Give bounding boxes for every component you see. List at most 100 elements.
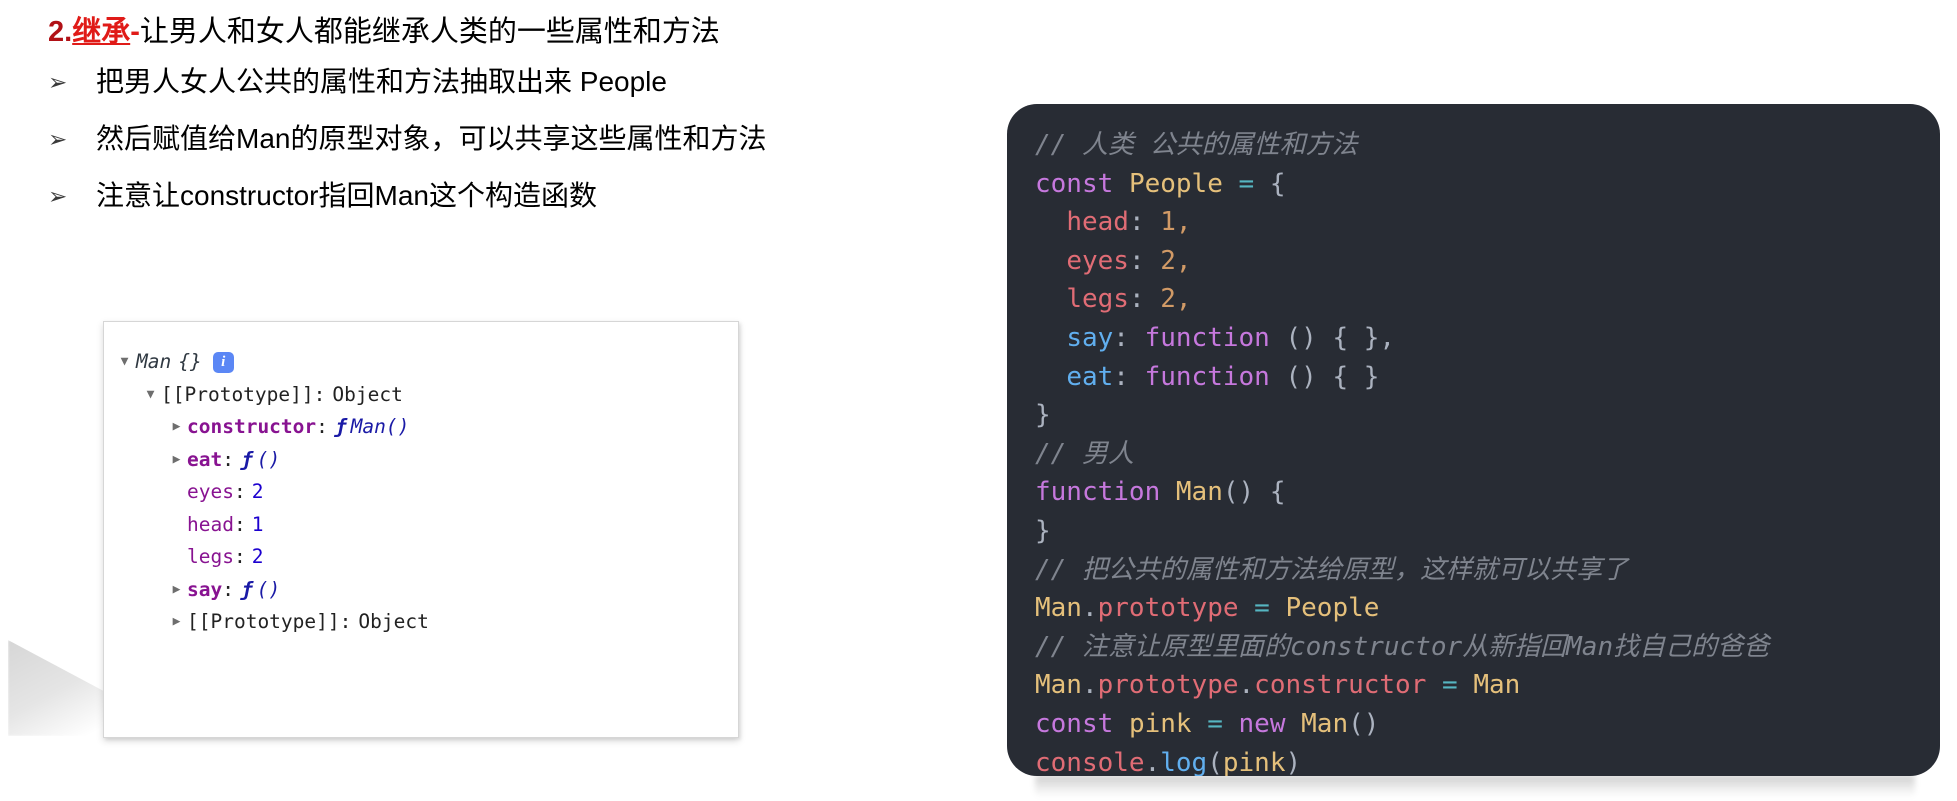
tree-row-value: 2 bbox=[251, 545, 264, 568]
code-token-identifier: Man bbox=[1175, 477, 1223, 508]
code-token-identifier: pink bbox=[1222, 747, 1286, 777]
chevron-down-icon[interactable]: ▼ bbox=[142, 379, 159, 412]
function-glyph-icon: ƒ bbox=[240, 577, 253, 601]
code-token-property: prototype bbox=[1097, 593, 1239, 624]
code-line-7: eat: function () { } bbox=[1066, 361, 1380, 392]
list-item: ➢ 注意让constructor指回Man这个构造函数 bbox=[44, 176, 974, 233]
code-token-operator: = bbox=[1238, 168, 1255, 199]
code-line-2: const People = { bbox=[1035, 165, 1940, 204]
code-token-property: legs bbox=[1066, 284, 1129, 315]
tree-row-eat[interactable]: ▶ eat: ƒ() bbox=[116, 444, 738, 477]
arrow-bullet-icon: ➢ bbox=[48, 69, 68, 95]
devtools-object-tree: ▼ Man{} i ▼ [[Prototype]]: Object ▶ construct… bbox=[104, 322, 738, 639]
code-token-property: prototype bbox=[1097, 670, 1239, 701]
code-token-identifier: People bbox=[1285, 593, 1380, 624]
tree-row-value: () bbox=[256, 577, 281, 601]
code-token-identifier: Man bbox=[1035, 670, 1082, 701]
tree-row-value: Object bbox=[332, 382, 403, 406]
code-token-method: eat bbox=[1066, 361, 1114, 392]
code-token-punct: } bbox=[1035, 515, 1051, 546]
code-token-keyword: function bbox=[1144, 322, 1270, 353]
tree-row-value: 1 bbox=[251, 512, 264, 536]
code-token-identifier: Man bbox=[1473, 670, 1521, 701]
code-token-method: say bbox=[1066, 322, 1114, 353]
code-line-11: } bbox=[1035, 512, 1940, 551]
code-line-9: // 男人 bbox=[1035, 435, 1940, 474]
tree-row-key: constructor bbox=[187, 415, 317, 438]
devtools-root-row[interactable]: ▼ Man {} i bbox=[116, 346, 738, 379]
code-comment: // 人类 公共的属性和方法 bbox=[1035, 130, 1358, 160]
code-token-keyword: const bbox=[1035, 168, 1114, 199]
code-token-keyword: function bbox=[1035, 477, 1161, 508]
tree-row-constructor[interactable]: ▶ constructor: ƒ Man() bbox=[116, 411, 738, 444]
code-comment: // 注意让原型里面的constructor从新指回Man找自己的爸爸 bbox=[1035, 631, 1770, 662]
code-token-identifier: Man bbox=[1301, 708, 1349, 739]
code-token-keyword: function bbox=[1144, 361, 1270, 392]
code-comment: // 男人 bbox=[1035, 438, 1134, 469]
code-token-punct: { bbox=[1254, 168, 1286, 199]
code-comment: // 把公共的属性和方法给原型，这样就可以共享了 bbox=[1035, 554, 1628, 585]
page-title: 2.继承-让男人和女人都能继承人类的一些属性和方法 bbox=[48, 14, 720, 50]
chevron-down-icon[interactable]: ▼ bbox=[116, 346, 133, 379]
code-token-keyword: const bbox=[1035, 708, 1114, 739]
code-token-method: log bbox=[1160, 747, 1208, 777]
tree-row-key: say bbox=[187, 577, 223, 601]
bullet-list: ➢ 把男人女人公共的属性和方法抽取出来 People ➢ 然后赋值给Man的原型… bbox=[44, 62, 974, 233]
chevron-right-icon[interactable]: ▶ bbox=[168, 574, 185, 607]
tree-row-eyes[interactable]: ▶eyes:2 bbox=[116, 476, 738, 509]
code-token-number: 1 bbox=[1160, 207, 1176, 238]
tree-row-key: head bbox=[187, 512, 234, 536]
tree-row-colon: : bbox=[233, 545, 246, 568]
list-item-label: 然后赋值给Man的原型对象，可以共享这些属性和方法 bbox=[96, 123, 767, 154]
devtools-object-braces: {} bbox=[178, 350, 202, 373]
tree-row-key: eat bbox=[187, 447, 223, 471]
function-glyph-icon: ƒ bbox=[240, 447, 253, 471]
tree-row-prototype[interactable]: ▼ [[Prototype]]: Object bbox=[116, 379, 738, 412]
info-icon[interactable]: i bbox=[212, 351, 234, 373]
code-token-punct: } bbox=[1035, 400, 1051, 431]
code-line-12: // 把公共的属性和方法给原型，这样就可以共享了 bbox=[1035, 551, 1940, 590]
tree-row-value: Object bbox=[358, 610, 429, 633]
tree-row-legs[interactable]: ▶legs:2 bbox=[116, 541, 738, 574]
tree-row-colon: : bbox=[233, 512, 246, 536]
tree-row-nested-prototype[interactable]: ▶ [[Prototype]]: Object bbox=[116, 606, 738, 639]
chevron-right-icon[interactable]: ▶ bbox=[168, 411, 185, 444]
code-line-3: head: 1, bbox=[1066, 207, 1192, 238]
code-token-operator: = bbox=[1442, 670, 1458, 701]
code-token-number: 2 bbox=[1160, 245, 1176, 276]
tree-row-colon: : bbox=[233, 480, 246, 503]
tree-row-say[interactable]: ▶ say: ƒ() bbox=[116, 574, 738, 607]
devtools-console-panel: ▼ Man{} i ▼ [[Prototype]]: Object ▶ construct… bbox=[103, 321, 739, 738]
code-line-1: // 人类 公共的属性和方法 bbox=[1035, 126, 1940, 165]
code-token-keyword: new bbox=[1238, 708, 1286, 739]
code-panel-shadow bbox=[1035, 775, 1915, 797]
code-line-13: Man.prototype = People bbox=[1035, 593, 1380, 624]
heading-dash: - bbox=[130, 16, 140, 48]
code-token-operator: = bbox=[1254, 593, 1270, 624]
chevron-right-icon[interactable]: ▶ bbox=[168, 444, 185, 477]
heading-number: 2. bbox=[48, 16, 73, 48]
code-token-property: constructor bbox=[1254, 670, 1427, 701]
tree-row-value: () bbox=[256, 447, 281, 471]
code-line-8: } bbox=[1035, 396, 1940, 435]
code-token-operator: = bbox=[1207, 708, 1223, 739]
code-line-4: eyes: 2, bbox=[1066, 245, 1192, 276]
code-token-property: eyes bbox=[1066, 245, 1129, 276]
tree-row-key: legs bbox=[187, 545, 234, 568]
tree-row-value: Man() bbox=[350, 415, 410, 438]
code-token-identifier: People bbox=[1128, 168, 1223, 199]
tree-row-colon: : bbox=[316, 415, 328, 438]
code-token-identifier: pink bbox=[1128, 708, 1192, 739]
list-item: ➢ 把男人女人公共的属性和方法抽取出来 People bbox=[44, 62, 974, 119]
code-line-15: Man.prototype.constructor = Man bbox=[1035, 670, 1521, 701]
heading-keyword: 继承 bbox=[72, 16, 131, 48]
chevron-right-icon[interactable]: ▶ bbox=[168, 606, 185, 639]
heading-rest: 让男人和女人都能继承人类的一些属性和方法 bbox=[139, 16, 720, 48]
tree-row-value: 2 bbox=[251, 480, 264, 503]
arrow-bullet-icon: ➢ bbox=[48, 126, 68, 152]
code-token-property: head bbox=[1066, 207, 1129, 238]
tree-row-key: [[Prototype]] bbox=[161, 382, 314, 406]
tree-row-colon: : bbox=[222, 447, 234, 471]
tree-row-head[interactable]: ▶head:1 bbox=[116, 509, 738, 542]
list-item: ➢ 然后赋值给Man的原型对象，可以共享这些属性和方法 bbox=[44, 119, 974, 176]
